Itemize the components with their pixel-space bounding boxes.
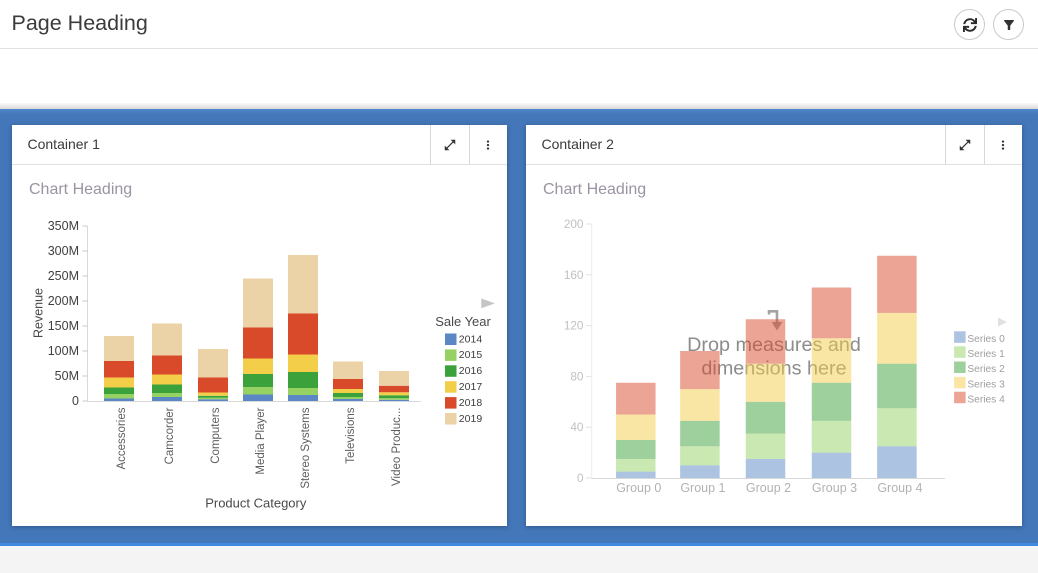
svg-text:2014: 2014 xyxy=(459,333,483,345)
svg-text:200: 200 xyxy=(564,217,584,231)
svg-text:Sale Year: Sale Year xyxy=(435,314,491,329)
svg-text:Series 4: Series 4 xyxy=(967,394,1005,405)
svg-text:2019: 2019 xyxy=(459,413,483,425)
svg-text:Group 1: Group 1 xyxy=(680,481,725,495)
svg-text:Series 1: Series 1 xyxy=(967,349,1005,360)
svg-text:80: 80 xyxy=(570,369,584,383)
svg-text:Series 3: Series 3 xyxy=(967,379,1005,390)
svg-text:250M: 250M xyxy=(48,269,79,283)
svg-text:Group 0: Group 0 xyxy=(616,481,661,495)
svg-text:50M: 50M xyxy=(55,369,79,383)
svg-text:Media Player: Media Player xyxy=(255,407,267,474)
svg-text:Revenue: Revenue xyxy=(32,288,46,338)
svg-text:2015: 2015 xyxy=(459,349,483,361)
svg-text:2016: 2016 xyxy=(459,365,483,377)
svg-text:Camcorder: Camcorder xyxy=(164,407,176,464)
svg-text:300M: 300M xyxy=(48,244,79,258)
svg-text:Series 2: Series 2 xyxy=(967,364,1005,375)
svg-text:Televisions: Televisions xyxy=(345,407,357,463)
svg-text:200M: 200M xyxy=(48,294,79,308)
svg-text:2018: 2018 xyxy=(459,397,483,409)
svg-text:350M: 350M xyxy=(48,219,79,233)
svg-text:0: 0 xyxy=(72,394,79,408)
svg-text:Stereo Systems: Stereo Systems xyxy=(300,407,312,488)
svg-text:Group 2: Group 2 xyxy=(746,481,791,495)
svg-text:40: 40 xyxy=(570,420,584,434)
svg-text:Series 0: Series 0 xyxy=(967,334,1005,345)
svg-text:100M: 100M xyxy=(48,344,79,358)
svg-text:Accessories: Accessories xyxy=(116,407,128,469)
svg-text:2017: 2017 xyxy=(459,381,483,393)
svg-text:0: 0 xyxy=(577,471,584,485)
svg-text:160: 160 xyxy=(564,268,584,282)
svg-text:Video Produc...: Video Produc... xyxy=(391,408,403,486)
svg-text:Computers: Computers xyxy=(210,407,222,463)
svg-text:Group 3: Group 3 xyxy=(812,481,857,495)
svg-text:Group 4: Group 4 xyxy=(877,481,922,495)
svg-text:Product Category: Product Category xyxy=(205,495,307,510)
svg-text:120: 120 xyxy=(564,319,584,333)
svg-text:150M: 150M xyxy=(48,319,79,333)
